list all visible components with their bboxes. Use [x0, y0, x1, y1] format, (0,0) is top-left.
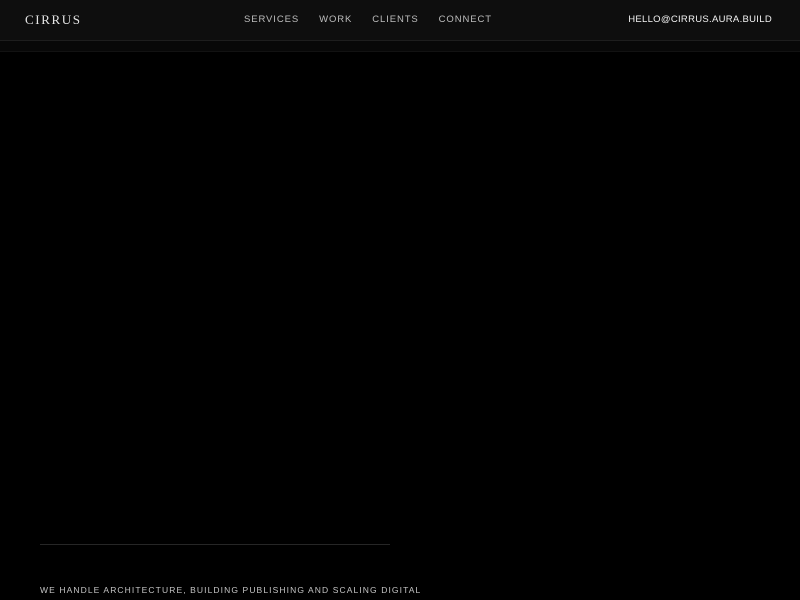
nav-item-services[interactable]: SERVICES [244, 14, 299, 26]
header-strip [0, 41, 800, 52]
hero-divider [40, 544, 390, 545]
logo[interactable]: CIRRUS [25, 12, 82, 28]
main-nav: SERVICES WORK CLIENTS CONNECT [244, 14, 512, 26]
contact-email-link[interactable]: HELLO@CIRRUS.AURA.BUILD [628, 14, 772, 26]
hero-tagline: WE HANDLE ARCHITECTURE, BUILDING PUBLISH… [40, 585, 422, 595]
nav-item-connect[interactable]: CONNECT [439, 14, 492, 26]
nav-item-work[interactable]: WORK [319, 14, 352, 26]
nav-item-clients[interactable]: CLIENTS [372, 14, 418, 26]
site-header: CIRRUS SERVICES WORK CLIENTS CONNECT HEL… [0, 0, 800, 41]
